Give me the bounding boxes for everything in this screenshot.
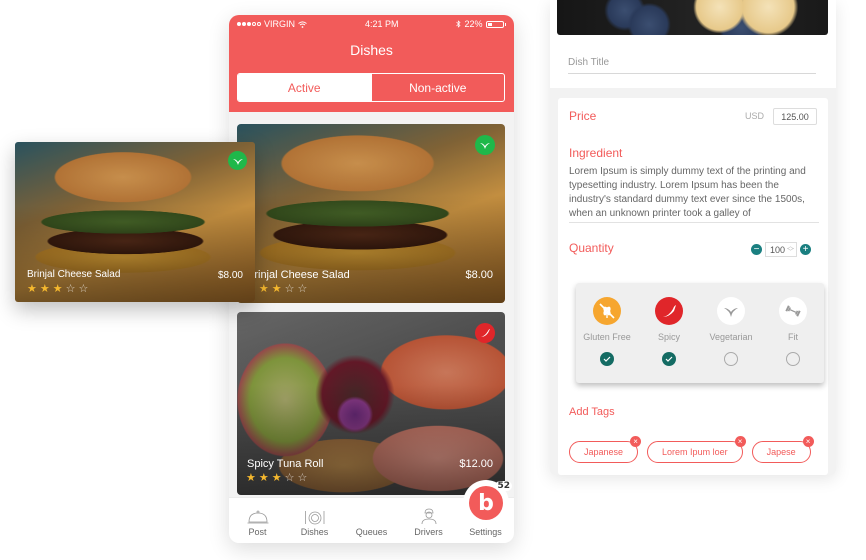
- star-filled-icon: ★: [258, 283, 269, 295]
- star-empty-icon: ☆: [65, 283, 76, 295]
- diet-option-label: Fit: [788, 332, 798, 342]
- diet-option-spicy[interactable]: Spicy: [638, 283, 700, 383]
- header: VIRGIN 4:21 PM 22% Dishes Active Non-act…: [229, 15, 514, 112]
- ingredient-textarea[interactable]: Lorem Ipsum is simply dummy text of the …: [569, 165, 819, 223]
- tab-post[interactable]: Post: [229, 498, 286, 543]
- remove-tag-icon[interactable]: ×: [802, 436, 814, 447]
- checkbox-checked[interactable]: [662, 352, 676, 366]
- diet-option-gluten-free[interactable]: Gluten Free: [576, 283, 638, 383]
- cloche-icon: [247, 510, 268, 524]
- gluten-free-icon: [593, 297, 621, 325]
- tab-queues[interactable]: b 52 Queues: [343, 480, 512, 543]
- checkbox-checked[interactable]: [600, 352, 614, 366]
- tag-chip[interactable]: Japanese ×: [569, 436, 642, 463]
- battery-icon: [485, 20, 504, 28]
- spinner-arrows-icon[interactable]: ︿ ﹀: [787, 243, 794, 256]
- dish-name: Spicy Tuna Roll: [247, 458, 324, 470]
- tab-bar: Post Dishes b 52 Queues Drivers Settings: [229, 480, 514, 543]
- price-input[interactable]: [773, 108, 817, 125]
- tab-queues-label: Queues: [355, 527, 388, 537]
- star-empty-icon: ☆: [78, 283, 89, 295]
- dish-details-card: Price USD Ingredient Lorem Ipsum is simp…: [558, 98, 828, 475]
- star-empty-icon: ☆: [297, 472, 308, 484]
- star-filled-icon: ★: [246, 472, 256, 484]
- spicy-badge-icon: [475, 323, 495, 343]
- dish-card[interactable]: Spicy Tuna Roll $12.00 ★ ★ ★ ☆ ☆: [237, 312, 505, 495]
- add-tags-label: Add Tags: [569, 406, 615, 418]
- queues-count-badge: 52: [495, 481, 512, 491]
- tab-drivers[interactable]: Drivers: [400, 498, 457, 543]
- vegetarian-badge-icon: [228, 151, 247, 170]
- dish-card[interactable]: Brinjal Cheese Salad $8.00 ★★★☆☆: [237, 124, 505, 303]
- star-filled-icon: ★: [271, 472, 282, 484]
- rating-stars: ★★★☆☆: [246, 284, 307, 295]
- tag-chips: Japanese × Lorem Ipum loer × Japese ×: [569, 436, 814, 463]
- status-bar: VIRGIN 4:21 PM 22%: [229, 15, 514, 33]
- star-filled-icon: ★: [258, 472, 269, 484]
- dish-photo: [557, 0, 828, 35]
- queues-fab[interactable]: b 52: [463, 480, 512, 526]
- tab-non-active[interactable]: Non-active: [370, 74, 505, 101]
- checkbox-unchecked[interactable]: [724, 352, 738, 366]
- dishes-phone-screen: VIRGIN 4:21 PM 22% Dishes Active Non-act…: [229, 15, 514, 543]
- decrement-button[interactable]: −: [751, 244, 762, 255]
- status-segmented-control: Active Non-active: [237, 73, 505, 102]
- quantity-stepper: − 100 ︿ ﹀ +: [751, 242, 811, 257]
- star-empty-icon: ☆: [284, 472, 295, 484]
- signal-icon: [237, 22, 261, 26]
- diet-tags-selector: Gluten Free Spicy Vegetarian Fit: [576, 283, 824, 383]
- star-filled-icon: ★: [271, 283, 282, 295]
- dish-editor-panel: Price USD Ingredient Lorem Ipsum is simp…: [550, 0, 836, 475]
- star-empty-icon: ☆: [284, 283, 295, 295]
- plate-cutlery-icon: [304, 511, 324, 525]
- page-title: Dishes: [350, 42, 393, 58]
- remove-tag-icon[interactable]: ×: [734, 436, 746, 447]
- star-filled-icon: ★: [27, 283, 37, 295]
- diet-option-label: Vegetarian: [709, 332, 753, 342]
- carrier: VIRGIN: [264, 19, 296, 29]
- diet-option-vegetarian[interactable]: Vegetarian: [700, 283, 762, 383]
- leaf-icon: [717, 297, 745, 325]
- star-filled-icon: ★: [39, 283, 50, 295]
- bluetooth-icon: [456, 20, 461, 28]
- tab-post-label: Post: [248, 527, 267, 537]
- rating-stars: ★★★☆☆: [27, 284, 88, 295]
- diet-option-label: Spicy: [657, 332, 680, 342]
- dish-name: Brinjal Cheese Salad: [247, 269, 350, 281]
- checkbox-unchecked[interactable]: [786, 352, 800, 366]
- price-label: Price: [569, 109, 597, 123]
- tab-active[interactable]: Active: [238, 74, 371, 101]
- tab-dishes-label: Dishes: [300, 527, 329, 537]
- app-logo: b 52: [469, 481, 512, 520]
- increment-button[interactable]: +: [800, 244, 811, 255]
- tab-dishes[interactable]: Dishes: [286, 498, 343, 543]
- star-filled-icon: ★: [52, 283, 63, 295]
- quantity-input[interactable]: 100 ︿ ﹀: [765, 242, 797, 257]
- dish-price: $8.00: [465, 269, 493, 281]
- battery-percent: 22%: [464, 19, 483, 29]
- remove-tag-icon[interactable]: ×: [630, 436, 642, 447]
- dish-price: $12.00: [459, 458, 493, 470]
- tag-chip[interactable]: Lorem Ipum loer ×: [647, 436, 746, 463]
- chili-icon: [655, 297, 683, 325]
- quantity-label: Quantity: [569, 241, 614, 255]
- vegetarian-badge-icon: [475, 135, 495, 155]
- dumbbell-icon: [779, 297, 807, 325]
- currency-label: USD: [745, 111, 765, 121]
- tab-drivers-label: Drivers: [414, 527, 443, 537]
- floating-dish-card[interactable]: Brinjal Cheese Salad $8.00 ★ ★ ★ ☆ ☆: [15, 142, 255, 302]
- tab-settings-label: Settings: [469, 527, 502, 537]
- dish-price: $8.00: [217, 270, 243, 281]
- time: 4:21 PM: [364, 19, 399, 29]
- dish-title-input[interactable]: [568, 52, 816, 74]
- diet-option-fit[interactable]: Fit: [762, 283, 824, 383]
- tag-chip[interactable]: Japese ×: [751, 436, 814, 463]
- diet-option-label: Gluten Free: [583, 332, 631, 342]
- dish-name: Brinjal Cheese Salad: [27, 269, 121, 280]
- star-empty-icon: ☆: [297, 283, 308, 295]
- wifi-icon: [298, 20, 307, 28]
- driver-icon: [421, 508, 436, 525]
- ingredient-label: Ingredient: [569, 146, 623, 160]
- rating-stars: ★★★☆☆: [246, 473, 307, 484]
